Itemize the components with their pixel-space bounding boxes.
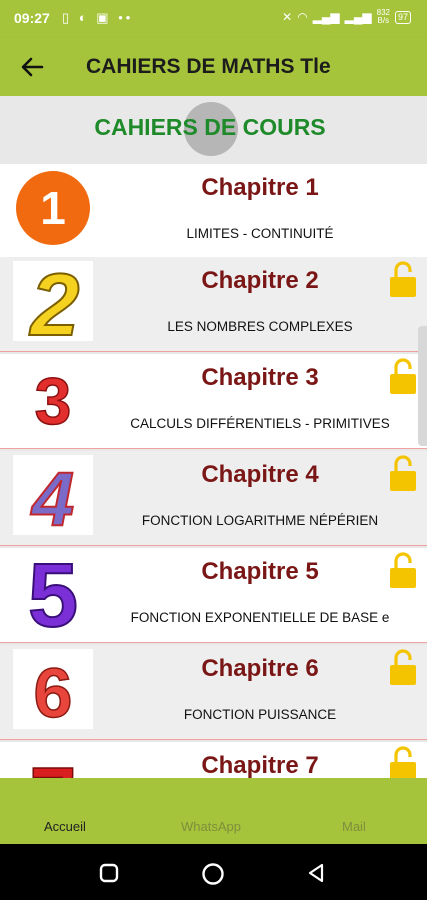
chapter-subtitle: CALCULS DIFFÉRENTIELS - PRIMITIVES: [130, 416, 390, 431]
system-navigation-bar: [0, 844, 427, 900]
chapter-title: Chapitre 6: [201, 655, 319, 682]
more-dots-icon: ••: [118, 10, 134, 25]
whatsapp-icon: ◐: [78, 10, 90, 25]
notification-icons: ▯ ◐ ▣ ••: [62, 10, 133, 26]
chapter-title: Chapitre 1: [201, 174, 319, 201]
nav-accueil[interactable]: Accueil: [44, 819, 86, 834]
battery-icon: 97: [394, 10, 411, 24]
lock-icon: [390, 358, 416, 394]
chapter-number-image: 5: [13, 552, 93, 632]
chapter-number: 7: [30, 750, 77, 778]
lock-icon: [390, 261, 416, 297]
lock-icon: [390, 746, 416, 778]
chapter-number: 4: [30, 457, 74, 535]
back-triangle-icon[interactable]: [305, 862, 327, 884]
arrow-back-icon[interactable]: [16, 51, 48, 83]
chapter-item-2[interactable]: 2 Chapitre 2 LES NOMBRES COMPLEXES: [0, 257, 427, 352]
chapter-title: Chapitre 3: [201, 364, 319, 391]
system-status-icons: ✕ ◠ ▂▄▆ ▂▄▆ 832 B/s 97: [282, 9, 411, 25]
lock-icon: [390, 649, 416, 685]
nav-whatsapp[interactable]: WhatsApp: [181, 819, 241, 834]
status-time: 09:27: [14, 10, 50, 26]
chapter-item-7[interactable]: 7 Chapitre 7: [0, 742, 427, 778]
nav-mail[interactable]: Mail: [342, 819, 366, 834]
chapter-number: 2: [29, 261, 80, 341]
section-title: CAHIERS DE COURS: [94, 114, 326, 140]
chapter-subtitle: LES NOMBRES COMPLEXES: [167, 319, 353, 334]
signal-icon: ▂▄▆: [344, 10, 372, 24]
chapter-subtitle: LIMITES - CONTINUITÉ: [186, 226, 334, 241]
chapter-number: 5: [28, 552, 78, 632]
chapter-item-3[interactable]: 3 Chapitre 3 CALCULS DIFFÉRENTIELS - PRI…: [0, 354, 427, 449]
chapter-number-image: 1: [13, 168, 93, 248]
chapter-subtitle: FONCTION EXPONENTIELLE DE BASE e: [130, 610, 390, 625]
sim-icon: ▯: [62, 10, 73, 25]
chapter-item-4[interactable]: 4 Chapitre 4 FONCTION LOGARITHME NÉPÉRIE…: [0, 451, 427, 546]
network-speed: 832 B/s: [376, 8, 390, 25]
chapter-number-image: 6: [13, 649, 93, 729]
chapter-number-image: 4: [13, 455, 93, 535]
lock-icon: [390, 552, 416, 588]
chapter-item-6[interactable]: 6 Chapitre 6 FONCTION PUISSANCE: [0, 645, 427, 740]
scroll-handle[interactable]: [418, 326, 427, 446]
chapter-item-5[interactable]: 5 Chapitre 5 FONCTION EXPONENTIELLE DE B…: [0, 548, 427, 643]
recents-icon[interactable]: [98, 862, 120, 884]
chapter-number: 6: [34, 654, 73, 729]
chapter-list-container[interactable]: CAHIERS DE COURS 1 Chapitre 1 LIMITES - …: [0, 96, 427, 778]
chapter-item-1[interactable]: 1 Chapitre 1 LIMITES - CONTINUITÉ: [0, 164, 427, 259]
chapter-title: Chapitre 7: [201, 752, 319, 778]
chapter-subtitle: FONCTION PUISSANCE: [183, 707, 337, 722]
gallery-icon: ▣: [96, 10, 112, 25]
app-title: CAHIERS DE MATHS Tle: [86, 55, 331, 78]
chapter-number: 3: [35, 364, 72, 438]
chapter-number: 1: [40, 182, 66, 234]
chapter-number-image: 2: [13, 261, 93, 341]
chapter-subtitle: FONCTION LOGARITHME NÉPÉRIEN: [141, 513, 379, 528]
app-bar: CAHIERS DE MATHS Tle: [0, 38, 427, 96]
bottom-navigation: Accueil WhatsApp Mail: [0, 778, 427, 844]
signal-icon: ▂▄▆: [312, 10, 340, 24]
status-bar: 09:27 ▯ ◐ ▣ •• ✕ ◠ ▂▄▆ ▂▄▆ 832 B/s 97: [0, 0, 427, 38]
chapter-title: Chapitre 5: [201, 558, 319, 585]
chapter-number-image: 7: [13, 746, 93, 778]
mute-icon: ✕: [282, 10, 293, 24]
chapter-title: Chapitre 4: [201, 461, 319, 488]
chapter-title: Chapitre 2: [201, 267, 319, 294]
lock-icon: [390, 455, 416, 491]
chapter-number-image: 3: [13, 358, 93, 438]
home-icon[interactable]: [201, 862, 225, 886]
wifi-icon: ◠: [297, 10, 308, 24]
